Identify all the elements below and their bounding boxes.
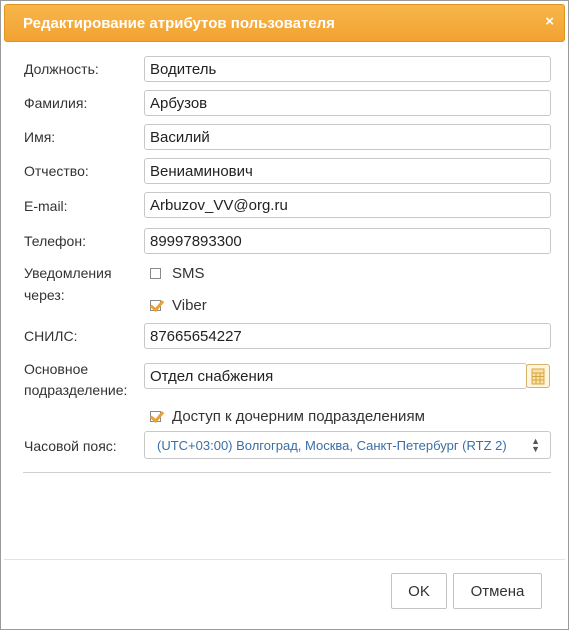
dialog-title-bar[interactable]: Редактирование атрибутов пользователя × [4, 4, 565, 42]
ok-button[interactable]: OK [391, 573, 447, 609]
table-lookup-icon [531, 368, 545, 385]
sms-checkbox[interactable] [150, 268, 161, 279]
form-divider [23, 472, 551, 473]
department-lookup-button[interactable] [526, 364, 550, 388]
email-label: E-mail: [24, 198, 68, 214]
department-field[interactable] [144, 363, 527, 389]
department-label-line1: Основное [24, 361, 89, 377]
email-field[interactable] [144, 192, 551, 218]
phone-label: Телефон: [24, 233, 86, 249]
snils-label: СНИЛС: [24, 328, 78, 344]
timezone-label: Часовой пояс: [24, 438, 117, 454]
last-name-field[interactable] [144, 90, 551, 116]
close-icon[interactable]: × [545, 13, 554, 30]
timezone-select[interactable]: (UTC+03:00) Волгоград, Москва, Санкт-Пет… [144, 431, 551, 459]
viber-checkbox-label: Viber [172, 297, 207, 314]
edit-user-attributes-dialog: Редактирование атрибутов пользователя × … [0, 0, 569, 630]
first-name-field[interactable] [144, 124, 551, 150]
dialog-title: Редактирование атрибутов пользователя [23, 15, 335, 32]
position-label: Должность: [24, 61, 99, 77]
patronymic-label: Отчество: [24, 163, 89, 179]
select-arrows-icon: ▲ ▼ [531, 436, 540, 454]
last-name-label: Фамилия: [24, 95, 88, 111]
position-field[interactable] [144, 56, 551, 82]
footer-divider [4, 559, 565, 560]
department-label-line2: подразделение: [24, 382, 128, 398]
notifications-label-line2: через: [24, 287, 65, 303]
phone-field[interactable] [144, 228, 551, 254]
subdepartments-checkbox-label: Доступ к дочерним подразделениям [172, 408, 425, 425]
first-name-label: Имя: [24, 129, 56, 145]
patronymic-field[interactable] [144, 158, 551, 184]
timezone-value: (UTC+03:00) Волгоград, Москва, Санкт-Пет… [157, 438, 507, 453]
sms-checkbox-label: SMS [172, 265, 205, 282]
snils-field[interactable] [144, 323, 551, 349]
cancel-button[interactable]: Отмена [453, 573, 542, 609]
subdepartments-checkbox[interactable] [150, 411, 161, 422]
notifications-label-line1: Уведомления [24, 265, 112, 281]
viber-checkbox[interactable] [150, 300, 161, 311]
